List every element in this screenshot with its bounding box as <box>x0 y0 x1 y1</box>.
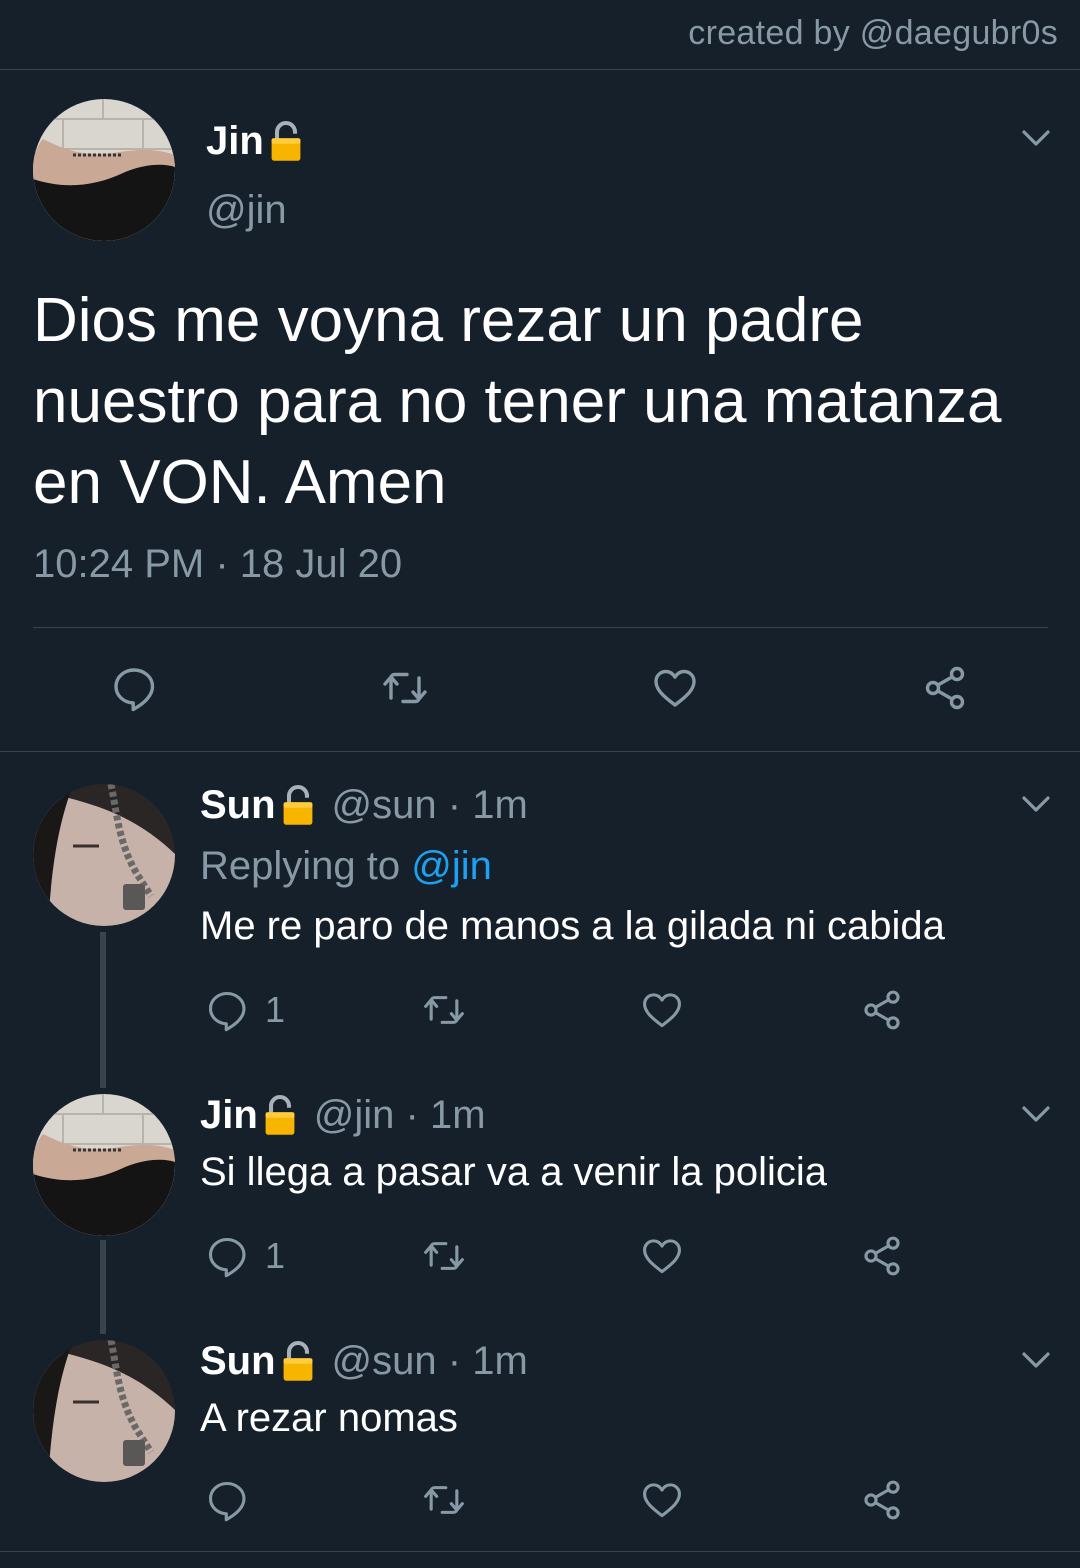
chevron-down-icon[interactable] <box>1021 1350 1051 1370</box>
avatar[interactable] <box>33 1340 175 1482</box>
share-button[interactable] <box>921 664 969 712</box>
heart-icon <box>640 988 684 1032</box>
divider <box>33 627 1048 628</box>
lock-icon <box>268 118 304 164</box>
mention-link[interactable]: @jin <box>411 844 492 888</box>
like-button[interactable] <box>651 664 699 712</box>
like-button[interactable] <box>640 1478 684 1522</box>
chevron-down-icon[interactable] <box>1021 794 1051 814</box>
author-name-text: Jin <box>200 1092 258 1137</box>
reply-icon <box>205 988 249 1032</box>
retweet-button[interactable] <box>379 664 431 712</box>
divider <box>0 1551 1080 1552</box>
lock-icon <box>280 1338 316 1384</box>
reply-text: A rezar nomas <box>200 1396 458 1440</box>
avatar[interactable] <box>33 99 175 241</box>
author-name[interactable]: Sun <box>200 782 316 828</box>
reply-text: Si llega a pasar va a venir la policia <box>200 1150 828 1194</box>
lock-icon <box>262 1092 298 1138</box>
retweet-button[interactable] <box>420 1234 468 1278</box>
retweet-icon <box>379 664 431 712</box>
author-name[interactable]: Jin <box>200 1092 298 1138</box>
reply-header: Jin @jin · 1m <box>200 1092 486 1138</box>
lock-icon <box>280 782 316 828</box>
reply-icon <box>205 1234 249 1278</box>
like-button[interactable] <box>640 1234 684 1278</box>
reply-tweet: Jin @jin · 1m Si llega a pasar va a veni… <box>0 1072 1080 1332</box>
reply-header: Sun @sun · 1m <box>200 1338 528 1384</box>
heart-icon <box>640 1478 684 1522</box>
heart-icon <box>640 1234 684 1278</box>
like-button[interactable] <box>640 988 684 1032</box>
avatar[interactable] <box>33 784 175 926</box>
credit-text: created by @daegubr0s <box>688 14 1058 52</box>
share-icon <box>921 664 969 712</box>
retweet-icon <box>420 988 468 1032</box>
author-name-text: Sun <box>200 782 276 827</box>
reply-icon <box>205 1478 249 1522</box>
handle-time[interactable]: @jin · 1m <box>314 1093 486 1138</box>
retweet-button[interactable] <box>420 1478 468 1522</box>
author-name[interactable]: Jin <box>206 118 304 164</box>
handle-time[interactable]: @sun · 1m <box>332 783 528 828</box>
retweet-button[interactable] <box>420 988 468 1032</box>
chevron-down-icon[interactable] <box>1021 128 1051 148</box>
author-name-text: Jin <box>206 118 264 163</box>
author-handle[interactable]: @jin <box>206 188 287 233</box>
heart-icon <box>651 664 699 712</box>
reply-text: Me re paro de manos a la gilada ni cabid… <box>200 904 945 948</box>
share-button[interactable] <box>860 1478 904 1522</box>
retweet-icon <box>420 1234 468 1278</box>
tweet-text: Dios me voyna rezar un padre nuestro par… <box>33 286 1002 517</box>
share-icon <box>860 1234 904 1278</box>
reply-button[interactable]: 1 <box>205 988 285 1032</box>
share-button[interactable] <box>860 1234 904 1278</box>
chevron-down-icon[interactable] <box>1021 1104 1051 1124</box>
main-tweet: Jin @jin Dios me voyna rezar un padre nu… <box>0 70 1080 752</box>
reply-button[interactable]: 1 <box>205 1234 285 1278</box>
replying-to-label: Replying to <box>200 844 401 888</box>
reply-count: 1 <box>265 1235 286 1276</box>
reply-tweet: Sun @sun · 1m A rezar nomas <box>0 1318 1080 1551</box>
replying-to: Replying to @jin <box>200 844 492 889</box>
avatar[interactable] <box>33 1094 175 1236</box>
share-icon <box>860 1478 904 1522</box>
reply-tweet: Sun @sun · 1m Replying to @jin Me re par… <box>0 752 1080 1072</box>
reply-header: Sun @sun · 1m <box>200 782 528 828</box>
share-button[interactable] <box>860 988 904 1032</box>
author-name-text: Sun <box>200 1338 276 1383</box>
top-bar: created by @daegubr0s <box>0 0 1080 70</box>
reply-button[interactable] <box>205 1478 249 1522</box>
handle-time[interactable]: @sun · 1m <box>332 1339 528 1384</box>
share-icon <box>860 988 904 1032</box>
reply-count: 1 <box>265 989 286 1030</box>
tweet-timestamp[interactable]: 10:24 PM · 18 Jul 20 <box>33 542 402 587</box>
reply-icon <box>110 664 158 712</box>
retweet-icon <box>420 1478 468 1522</box>
reply-button[interactable] <box>110 664 158 712</box>
author-name[interactable]: Sun <box>200 1338 316 1384</box>
